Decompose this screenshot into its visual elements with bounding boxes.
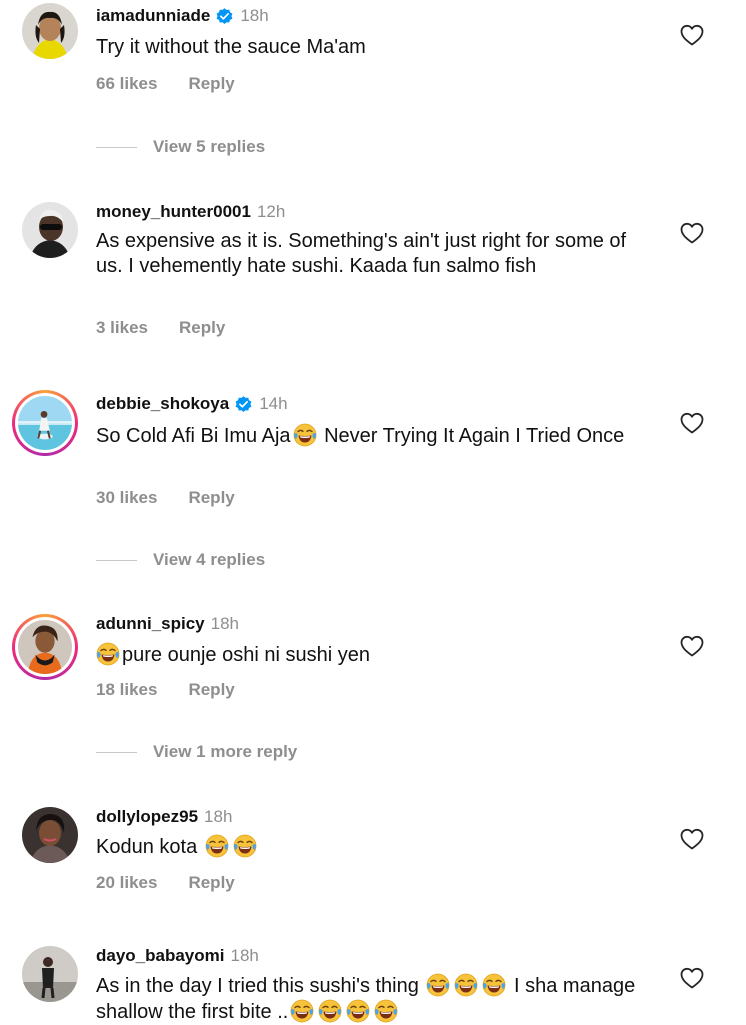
comment-text-part: As in the day I tried this sushi's thing bbox=[96, 975, 425, 997]
comment-text-part: So Cold Afi Bi Imu Aja bbox=[96, 425, 291, 447]
avatar-ring-inner bbox=[15, 617, 75, 677]
divider-line bbox=[96, 146, 137, 148]
face-with-tears-of-joy-emoji bbox=[346, 999, 370, 1023]
comment-actions: 3 likes Reply bbox=[96, 318, 225, 338]
reply-button[interactable]: Reply bbox=[188, 680, 234, 700]
heart-outline-icon[interactable] bbox=[680, 967, 704, 989]
comment-text: So Cold Afi Bi Imu Aja Never Trying It A… bbox=[96, 423, 656, 449]
heart-outline-icon[interactable] bbox=[680, 412, 704, 434]
divider-line bbox=[96, 751, 137, 753]
avatar bbox=[18, 620, 72, 674]
avatar-ring-inner bbox=[15, 393, 75, 453]
reply-button[interactable]: Reply bbox=[179, 318, 225, 338]
heart-outline-icon[interactable] bbox=[680, 828, 704, 850]
username[interactable]: dollylopez95 bbox=[96, 807, 198, 827]
comment-actions: 66 likes Reply bbox=[96, 74, 235, 94]
view-replies-button[interactable]: View 1 more reply bbox=[96, 742, 297, 762]
face-with-tears-of-joy-emoji bbox=[454, 973, 478, 997]
comment-header: dollylopez95 18h bbox=[96, 807, 232, 827]
comment-actions: 18 likes Reply bbox=[96, 680, 235, 700]
likes-count[interactable]: 30 likes bbox=[96, 488, 157, 508]
comment-text-part: pure ounje oshi ni sushi yen bbox=[122, 644, 370, 666]
reply-button[interactable]: Reply bbox=[188, 488, 234, 508]
verified-badge-icon bbox=[215, 7, 234, 26]
reply-button[interactable]: Reply bbox=[188, 873, 234, 893]
likes-count[interactable]: 18 likes bbox=[96, 680, 157, 700]
likes-count[interactable]: 20 likes bbox=[96, 873, 157, 893]
likes-count[interactable]: 66 likes bbox=[96, 74, 157, 94]
view-replies-label: View 4 replies bbox=[153, 550, 266, 569]
reply-button[interactable]: Reply bbox=[188, 74, 234, 94]
username[interactable]: dayo_babayomi bbox=[96, 946, 225, 966]
comment-text: Try it without the sauce Ma'am bbox=[96, 36, 366, 58]
comment-header: money_hunter0001 12h bbox=[96, 202, 285, 222]
comment-actions: 30 likes Reply bbox=[96, 488, 235, 508]
avatar[interactable] bbox=[22, 202, 78, 258]
avatar[interactable] bbox=[22, 946, 78, 1002]
verified-badge-icon bbox=[234, 395, 253, 414]
heart-outline-icon[interactable] bbox=[680, 222, 704, 244]
timestamp: 12h bbox=[256, 202, 286, 221]
timestamp: 18h bbox=[230, 946, 259, 965]
username[interactable]: adunni_spicy bbox=[96, 614, 205, 634]
comment-text: As in the day I tried this sushi's thing… bbox=[96, 973, 636, 1025]
heart-outline-icon[interactable] bbox=[680, 635, 704, 657]
username[interactable]: money_hunter0001 bbox=[96, 202, 251, 222]
timestamp: 14h bbox=[259, 394, 288, 413]
comment-text-part: Kodun kota bbox=[96, 836, 203, 858]
comment-text: Kodun kota bbox=[96, 834, 656, 860]
view-replies-label: View 5 replies bbox=[153, 137, 266, 156]
comment-text: pure ounje oshi ni sushi yen bbox=[96, 642, 656, 668]
avatar-with-story-ring[interactable] bbox=[12, 390, 78, 456]
timestamp: 18h bbox=[210, 614, 240, 633]
timestamp: 18h bbox=[204, 807, 233, 826]
heart-outline-icon[interactable] bbox=[680, 24, 704, 46]
avatar[interactable] bbox=[22, 3, 78, 59]
comment-actions: 20 likes Reply bbox=[96, 873, 235, 893]
comment-text-part: Never Trying It Again I Tried Once bbox=[318, 425, 625, 447]
username[interactable]: iamadunniade bbox=[96, 6, 210, 26]
comment-header: iamadunniade 18h bbox=[96, 6, 269, 26]
face-with-tears-of-joy-emoji bbox=[293, 423, 317, 447]
view-replies-label: View 1 more reply bbox=[153, 742, 298, 761]
comment-header: adunni_spicy 18h bbox=[96, 614, 239, 634]
view-replies-button[interactable]: View 4 replies bbox=[96, 550, 265, 570]
username[interactable]: debbie_shokoya bbox=[96, 394, 229, 414]
comment-text: As expensive as it is. Something's ain't… bbox=[96, 230, 627, 277]
divider-line bbox=[96, 559, 137, 561]
face-with-tears-of-joy-emoji bbox=[290, 999, 314, 1023]
avatar[interactable] bbox=[22, 807, 78, 863]
face-with-tears-of-joy-emoji bbox=[205, 834, 229, 858]
view-replies-button[interactable]: View 5 replies bbox=[96, 137, 265, 157]
avatar bbox=[18, 396, 72, 450]
face-with-tears-of-joy-emoji bbox=[318, 999, 342, 1023]
timestamp: 18h bbox=[240, 6, 269, 25]
comment-header: dayo_babayomi 18h bbox=[96, 946, 259, 966]
face-with-tears-of-joy-emoji bbox=[96, 642, 120, 666]
comment-header: debbie_shokoya 14h bbox=[96, 394, 288, 414]
face-with-tears-of-joy-emoji bbox=[374, 999, 398, 1023]
face-with-tears-of-joy-emoji bbox=[482, 973, 506, 997]
face-with-tears-of-joy-emoji bbox=[426, 973, 450, 997]
face-with-tears-of-joy-emoji bbox=[233, 834, 257, 858]
likes-count[interactable]: 3 likes bbox=[96, 318, 148, 338]
avatar-with-story-ring[interactable] bbox=[12, 614, 78, 680]
